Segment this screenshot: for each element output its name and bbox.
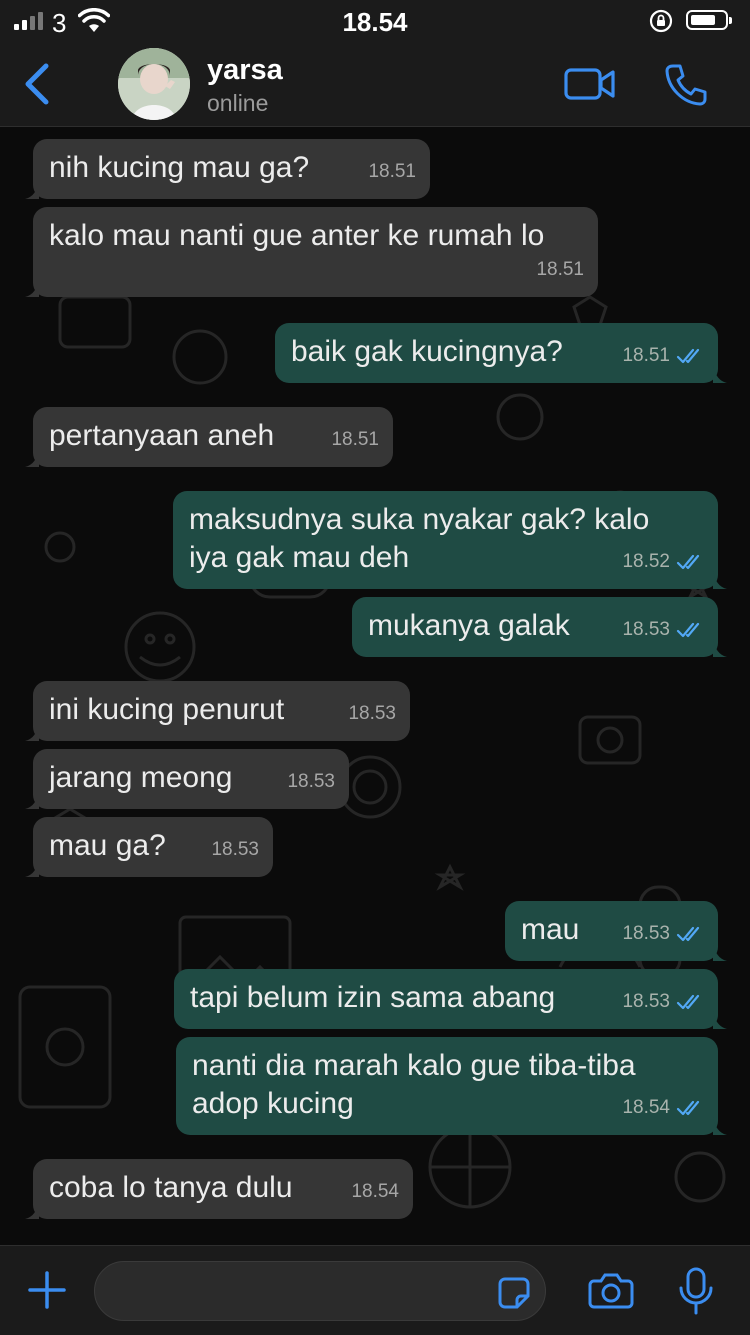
message-time-row: 18.51: [622, 337, 704, 375]
message-time-row: 18.53: [211, 831, 259, 869]
chat-messages[interactable]: nih kucing mau ga? 18.51 kalo mau nanti gu…: [0, 127, 750, 1245]
read-receipt-icon: [676, 622, 700, 638]
status-bar: 3 18.54: [0, 0, 750, 44]
message-time-row: 18.53: [348, 695, 396, 733]
outgoing-message-bubble[interactable]: maksudnya suka nyakar gak? kalo iya gak m…: [173, 491, 727, 589]
phone-icon[interactable]: [663, 62, 709, 108]
read-receipt-icon: [676, 1100, 700, 1116]
battery-icon: [686, 10, 732, 30]
input-bar: [0, 1245, 750, 1335]
status-time: 18.54: [342, 7, 408, 37]
outgoing-message-bubble[interactable]: tapi belum izin sama abang 18.53: [174, 969, 727, 1029]
message-input[interactable]: [115, 1274, 489, 1310]
message-text: ini kucing penurut: [49, 693, 285, 726]
back-chevron-icon[interactable]: [20, 60, 54, 108]
contact-status: online: [207, 90, 269, 116]
outgoing-message-bubble[interactable]: mukanya galak 18.53: [352, 597, 727, 657]
read-receipt-icon: [676, 994, 700, 1010]
incoming-message-bubble[interactable]: jarang meong 18.53: [25, 749, 349, 809]
message-time: 18.53: [211, 839, 259, 860]
message-text: nanti dia marah kalo gue tiba-tiba: [192, 1049, 636, 1082]
message-input-field[interactable]: [94, 1261, 546, 1321]
video-call-icon[interactable]: [564, 66, 616, 102]
chat-header: yarsa online: [0, 44, 750, 127]
microphone-icon[interactable]: [678, 1266, 714, 1316]
message-text: pertanyaan aneh: [49, 419, 275, 452]
incoming-message-bubble[interactable]: mau ga? 18.53: [25, 817, 273, 877]
contact-name[interactable]: yarsa: [207, 54, 283, 87]
avatar[interactable]: [118, 48, 190, 120]
incoming-message-bubble[interactable]: pertanyaan aneh 18.51: [25, 407, 393, 467]
message-text: nih kucing mau ga?: [49, 151, 310, 184]
incoming-message-bubble[interactable]: ini kucing penurut 18.53: [25, 681, 410, 741]
read-receipt-icon: [676, 554, 700, 570]
message-time: 18.51: [536, 259, 584, 280]
outgoing-message-bubble[interactable]: nanti dia marah kalo gue tiba-tiba adop k…: [176, 1037, 727, 1135]
message-time-row: 18.54: [351, 1173, 399, 1211]
read-receipt-icon: [676, 926, 700, 942]
message-time-row: 18.51: [368, 153, 416, 191]
message-time: 18.53: [287, 771, 335, 792]
avatar-photo: [118, 48, 190, 120]
message-time-row: 18.51: [536, 251, 584, 289]
incoming-message-bubble[interactable]: coba lo tanya dulu 18.54: [25, 1159, 413, 1219]
message-time: 18.51: [368, 161, 416, 182]
message-time-row: 18.53: [622, 915, 704, 953]
message-time-row: 18.53: [622, 983, 704, 1021]
outgoing-message-bubble[interactable]: mau 18.53: [505, 901, 727, 961]
incoming-message-bubble[interactable]: nih kucing mau ga? 18.51: [25, 139, 430, 199]
plus-icon[interactable]: [27, 1270, 67, 1310]
message-time: 18.54: [622, 1097, 670, 1118]
message-time: 18.51: [622, 345, 670, 366]
message-time-row: 18.53: [287, 763, 335, 801]
outgoing-message-bubble[interactable]: baik gak kucingnya? 18.51: [275, 323, 727, 383]
message-time-row: 18.54: [622, 1089, 704, 1127]
message-time: 18.54: [351, 1181, 399, 1202]
message-time-row: 18.51: [331, 421, 379, 459]
sticker-icon[interactable]: [497, 1276, 531, 1310]
message-time: 18.53: [622, 991, 670, 1012]
camera-icon[interactable]: [588, 1272, 634, 1310]
message-time: 18.53: [348, 703, 396, 724]
message-time: 18.53: [622, 923, 670, 944]
message-text: coba lo tanya dulu: [49, 1171, 293, 1204]
incoming-message-bubble[interactable]: kalo mau nanti gue anter ke rumah lo 18.5…: [25, 207, 598, 297]
rotation-lock-icon: [649, 9, 673, 33]
message-time-row: 18.52: [622, 543, 704, 581]
message-time: 18.51: [331, 429, 379, 450]
message-time: 18.53: [622, 619, 670, 640]
message-text: maksudnya suka nyakar gak? kalo: [189, 503, 650, 536]
read-receipt-icon: [676, 348, 700, 364]
message-time-row: 18.53: [622, 611, 704, 649]
message-text: kalo mau nanti gue anter ke rumah lo: [49, 219, 545, 252]
message-time: 18.52: [622, 551, 670, 572]
